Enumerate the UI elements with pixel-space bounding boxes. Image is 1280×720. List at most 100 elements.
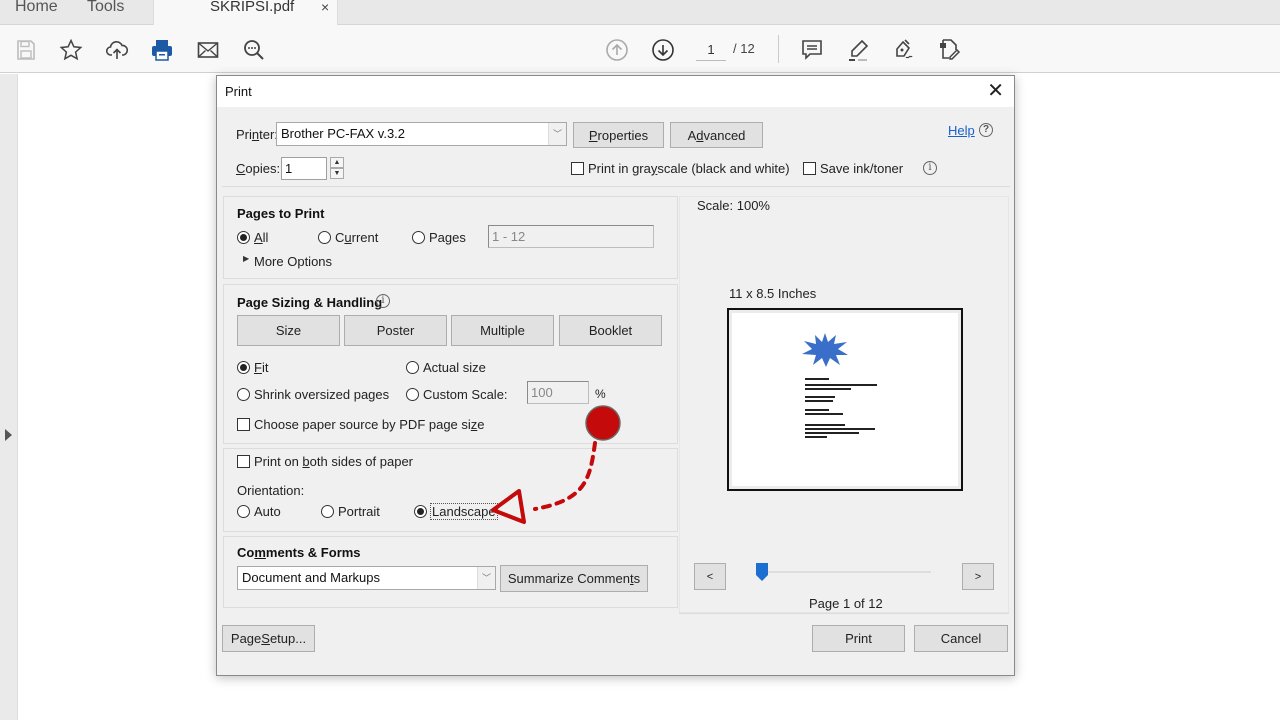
booklet-mode-button[interactable]: Booklet xyxy=(559,315,662,346)
radio-pages[interactable] xyxy=(412,231,425,244)
printer-select[interactable]: Brother PC-FAX v.3.2 ﹀ xyxy=(276,122,567,146)
copies-label: Copies: xyxy=(236,161,281,176)
radio-shrink-label: Shrink oversized pages xyxy=(254,387,390,402)
radio-all-label: All xyxy=(254,230,269,245)
printer-select-value: Brother PC-FAX v.3.2 xyxy=(281,126,406,141)
copies-stepper[interactable]: ▲ ▼ xyxy=(330,157,344,180)
radio-orientation-auto[interactable] xyxy=(237,505,250,518)
upload-cloud-icon[interactable] xyxy=(104,37,130,63)
comments-forms-panel: Comments & Forms Document and Markups ﹀ … xyxy=(223,536,678,608)
next-page-button[interactable]: > xyxy=(962,563,994,590)
tab-home[interactable]: Home xyxy=(15,0,58,16)
preview-text-line xyxy=(805,409,829,411)
comments-forms-value: Document and Markups xyxy=(242,570,381,585)
radio-custom-scale[interactable] xyxy=(406,388,419,401)
previous-page-button[interactable]: < xyxy=(694,563,726,590)
info-icon[interactable]: i xyxy=(923,161,937,175)
divider xyxy=(679,613,1009,614)
page-range-input[interactable]: 1 - 12 xyxy=(488,225,654,248)
email-icon[interactable] xyxy=(195,37,221,63)
preview-page-label: Page 1 of 12 xyxy=(809,596,883,611)
duplex-checkbox[interactable] xyxy=(237,455,250,468)
radio-shrink-oversized[interactable] xyxy=(237,388,250,401)
close-dialog-icon[interactable]: ✕ xyxy=(987,80,1004,102)
edit-pdf-icon[interactable] xyxy=(936,37,962,63)
page-up-icon[interactable] xyxy=(604,37,630,63)
save-ink-label: Save ink/toner xyxy=(820,161,904,176)
comments-forms-select[interactable]: Document and Markups ﹀ xyxy=(237,566,496,590)
radio-pages-label: Pages xyxy=(429,230,466,245)
page-sizing-panel: Page Sizing & Handling i Size Poster Mul… xyxy=(223,284,678,444)
expand-triangle-icon[interactable]: ▶ xyxy=(243,254,249,263)
tab-tools[interactable]: Tools xyxy=(87,0,124,16)
print-icon[interactable] xyxy=(149,37,175,63)
grayscale-checkbox[interactable] xyxy=(571,162,584,175)
save-ink-checkbox[interactable] xyxy=(803,162,816,175)
page-number-input[interactable] xyxy=(696,39,726,61)
page-slider-thumb[interactable] xyxy=(756,563,768,581)
document-tab[interactable]: SKRIPSI.pdf × xyxy=(153,0,338,26)
properties-button[interactable]: Properties xyxy=(573,122,664,148)
page-slider-track[interactable] xyxy=(763,571,931,573)
highlight-pen-icon[interactable] xyxy=(845,37,871,63)
dialog-title: Print xyxy=(225,84,252,99)
paper-source-checkbox[interactable] xyxy=(237,418,250,431)
multiple-mode-button[interactable]: Multiple xyxy=(451,315,554,346)
preview-text-line xyxy=(805,428,875,430)
print-dialog: Print ✕ Printer: Brother PC-FAX v.3.2 ﹀ … xyxy=(216,75,1015,676)
search-zoom-icon[interactable] xyxy=(241,37,267,63)
page-down-icon[interactable] xyxy=(650,37,676,63)
print-button[interactable]: Print xyxy=(812,625,905,652)
pages-to-print-title: Pages to Print xyxy=(237,206,325,221)
printer-label: Printer: xyxy=(236,127,278,142)
radio-auto-label: Auto xyxy=(254,504,281,519)
more-options-toggle[interactable]: More Options xyxy=(254,254,332,269)
bookmark-star-icon[interactable] xyxy=(58,37,84,63)
decrement-icon[interactable]: ▼ xyxy=(330,168,344,179)
orientation-panel: Print on both sides of paper Orientation… xyxy=(223,448,678,532)
preview-text-line xyxy=(805,400,833,402)
app-tab-bar: Home Tools SKRIPSI.pdf × xyxy=(0,0,1280,26)
preview-text-line xyxy=(805,378,829,380)
radio-current[interactable] xyxy=(318,231,331,244)
chevron-down-icon: ﹀ xyxy=(477,567,495,589)
size-mode-button[interactable]: Size xyxy=(237,315,340,346)
radio-custom-scale-label: Custom Scale: xyxy=(423,387,508,402)
main-toolbar: / 12 xyxy=(0,25,1280,73)
preview-text-line xyxy=(805,424,845,426)
increment-icon[interactable]: ▲ xyxy=(330,157,344,168)
advanced-button[interactable]: Ad vanced xyxy=(670,122,763,148)
toolbar-divider xyxy=(778,35,779,63)
radio-orientation-landscape[interactable] xyxy=(414,505,427,518)
page-sizing-title: Page Sizing & Handling xyxy=(237,295,383,310)
divider xyxy=(222,186,1010,187)
preview-text-line xyxy=(805,432,859,434)
preview-text-line xyxy=(805,396,835,398)
percent-label: % xyxy=(595,387,606,401)
comment-icon[interactable] xyxy=(799,37,825,63)
save-icon[interactable] xyxy=(13,37,39,63)
radio-all[interactable] xyxy=(237,231,250,244)
page-setup-button[interactable]: Page Setup... xyxy=(222,625,315,652)
fill-sign-icon[interactable] xyxy=(890,37,916,63)
info-icon[interactable]: i xyxy=(376,294,390,308)
cancel-button[interactable]: Cancel xyxy=(914,625,1008,652)
radio-fit-label: Fit xyxy=(254,360,269,375)
preview-scale: Scale: 100% xyxy=(697,198,770,213)
preview-text-line xyxy=(805,436,827,438)
summarize-comments-button[interactable]: Summarize Commen t s xyxy=(500,565,648,592)
pages-to-print-panel: Pages to Print All Current Pages 1 - 12 … xyxy=(223,196,678,279)
grayscale-label: Print in grayscale (black and white) xyxy=(588,161,790,176)
radio-orientation-portrait[interactable] xyxy=(321,505,334,518)
help-question-icon[interactable]: ? xyxy=(979,123,993,137)
expand-panel-arrow-icon[interactable] xyxy=(5,429,12,441)
help-link[interactable]: Help xyxy=(948,123,975,138)
radio-actual-size[interactable] xyxy=(406,361,419,374)
copies-input[interactable]: 1 xyxy=(281,157,327,180)
close-tab-icon[interactable]: × xyxy=(321,0,329,15)
radio-fit[interactable] xyxy=(237,361,250,374)
custom-scale-input[interactable]: 100 xyxy=(527,381,589,404)
left-panel-rail xyxy=(0,74,18,720)
radio-actual-size-label: Actual size xyxy=(423,360,486,375)
poster-mode-button[interactable]: Poster xyxy=(344,315,447,346)
